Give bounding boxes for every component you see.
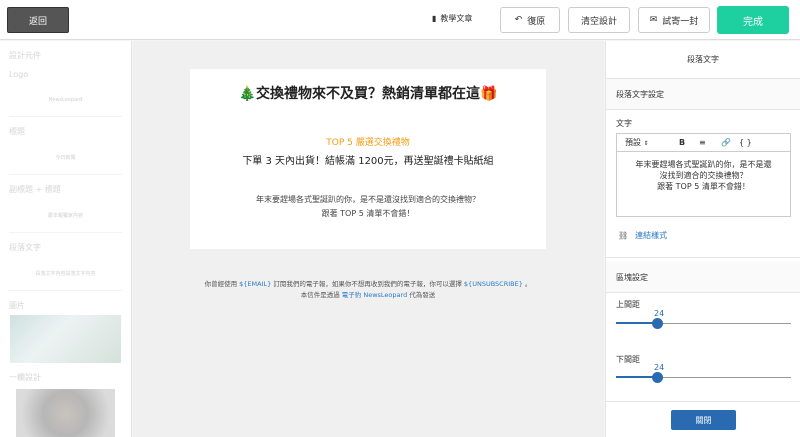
footer-text-a: 你曾經使用 — [204, 280, 238, 288]
component-panel: 設計元件 Logo NewsLeopard 標題 今日新聞 副標題 + 標題 跟… — [0, 41, 132, 437]
email-content-block[interactable]: 🎄交換禮物來不及買？熱銷清單都在這🎁 TOP 5 嚴選交換禮物 下單 3 天內出… — [190, 69, 546, 249]
align-button[interactable]: ≡ — [699, 138, 721, 147]
editor-toolbar: 預設 ⇕ B ≡ 🔗 { } — [617, 134, 790, 152]
component-one-column[interactable] — [16, 389, 115, 437]
undo-button[interactable]: ↶ 復原 — [500, 7, 560, 33]
test-send-label: 試寄一封 — [662, 16, 699, 27]
link-style-label: 連結樣式 — [635, 231, 668, 240]
email-subtitle: TOP 5 嚴選交換禮物 — [326, 138, 410, 148]
top-padding-slider[interactable]: 24 — [616, 309, 791, 329]
divider — [606, 257, 800, 258]
component-title[interactable]: 今日新聞 — [9, 141, 122, 175]
component-panel-title: 設計元件 — [9, 51, 41, 60]
email-paragraph-line-1: 年末要趕場各式聖誕趴的你，是不是還沒找到適合的交換禮物？ — [256, 195, 480, 204]
component-title-label: 標題 — [9, 127, 25, 136]
component-paragraph-label: 段落文字 — [9, 243, 41, 252]
component-subtitle[interactable]: 跟本報獨家內容 — [9, 199, 122, 233]
footer-text-d: 本信件是透過 — [300, 291, 340, 299]
email-title: 🎄交換禮物來不及買？熱銷清單都在這🎁 — [238, 86, 498, 102]
block-settings-header: 區塊設定 — [606, 262, 800, 293]
tutorial-link[interactable]: ▮ 教學文章 — [432, 13, 472, 24]
top-padding-value: 24 — [654, 309, 665, 318]
component-logo-label: Logo — [9, 70, 29, 79]
component-image[interactable] — [10, 315, 121, 363]
email-headline: 下單 3 天內出貨！結帳滿 1200元，再送聖誕禮卡貼紙組 — [242, 156, 494, 167]
bold-button[interactable]: B — [679, 138, 699, 147]
footer-unsubscribe-tag: ${UNSUBSCRIBE} — [463, 280, 523, 288]
paragraph-settings-header: 段落文字設定 — [606, 79, 800, 110]
close-button[interactable]: 關閉 — [671, 410, 736, 430]
footer-newsleopard-link[interactable]: 電子豹 NewsLeopard — [342, 291, 407, 299]
editor-line-2: 沒找到適合的交換禮物？ — [659, 171, 748, 180]
chain-link-icon: ⛓ — [618, 231, 629, 240]
test-send-button[interactable]: ✉ 試寄一封 — [638, 7, 710, 33]
format-select[interactable]: 預設 ⇕ — [625, 137, 679, 148]
link-button[interactable]: 🔗 — [721, 138, 739, 147]
bottom-padding-slider[interactable]: 24 — [616, 363, 791, 383]
settings-panel: 段落文字 段落文字設定 文字 預設 ⇕ B ≡ 🔗 { } 年末要趕場各式聖誕趴… — [605, 41, 800, 437]
email-paragraph-line-2: 跟著 TOP 5 清單不會錯！ — [321, 209, 415, 218]
top-toolbar: 返回 ▮ 教學文章 ↶ 復原 清空設計 ✉ 試寄一封 完成 — [0, 0, 800, 40]
undo-label: 復原 — [527, 16, 546, 27]
slider-thumb[interactable] — [652, 318, 663, 329]
footer-email-tag: ${EMAIL} — [239, 280, 272, 288]
link-style-option[interactable]: ⛓ 連結樣式 — [618, 230, 667, 241]
email-footer: 你曾經使用 ${EMAIL} 訂閱我們的電子報，如果你不想再收到我們的電子報，你… — [178, 279, 558, 301]
email-paragraph: 年末要趕場各式聖誕趴的你，是不是還沒找到適合的交換禮物？ 跟著 TOP 5 清單… — [190, 193, 546, 221]
envelope-icon: ✉ — [649, 15, 658, 25]
editor-line-1: 年末要趕場各式聖誕趴的你，是不是還 — [635, 160, 772, 169]
done-button[interactable]: 完成 — [717, 6, 789, 34]
component-logo[interactable]: NewsLeopard — [9, 83, 122, 117]
back-button[interactable]: 返回 — [7, 7, 69, 33]
component-one-column-label: 一欄設計 — [9, 373, 41, 382]
footer-text-b: 訂閱我們的電子報，如果你不想再收到我們的電子報，你可以選擇 — [273, 280, 462, 288]
clear-design-button[interactable]: 清空設計 — [568, 7, 630, 33]
component-image-label: 圖片 — [9, 301, 25, 310]
editor-content[interactable]: 年末要趕場各式聖誕趴的你，是不是還 沒找到適合的交換禮物？ 跟著 TOP 5 清… — [617, 152, 790, 199]
undo-arrow-icon: ↶ — [514, 15, 523, 25]
code-button[interactable]: { } — [739, 138, 759, 147]
footer-text-e: 代為發送 — [409, 291, 436, 299]
component-paragraph[interactable]: 段落文字內容段落文字內容 — [9, 257, 122, 291]
component-subtitle-label: 副標題 + 標題 — [9, 185, 61, 194]
slider-thumb[interactable] — [652, 372, 663, 383]
editor-line-3: 跟著 TOP 5 清單不會錯！ — [657, 182, 750, 191]
text-label: 文字 — [616, 119, 632, 128]
divider — [606, 401, 800, 402]
book-icon: ▮ — [432, 14, 437, 23]
text-editor[interactable]: 預設 ⇕ B ≡ 🔗 { } 年末要趕場各式聖誕趴的你，是不是還 沒找到適合的交… — [616, 133, 791, 217]
settings-panel-title: 段落文字 — [606, 41, 800, 79]
footer-text-c: 。 — [524, 280, 532, 288]
tutorial-label: 教學文章 — [440, 14, 473, 23]
bottom-padding-value: 24 — [654, 363, 665, 372]
select-arrows-icon: ⇕ — [643, 140, 649, 147]
email-canvas: 🎄交換禮物來不及買？熱銷清單都在這🎁 TOP 5 嚴選交換禮物 下單 3 天內出… — [133, 41, 604, 437]
